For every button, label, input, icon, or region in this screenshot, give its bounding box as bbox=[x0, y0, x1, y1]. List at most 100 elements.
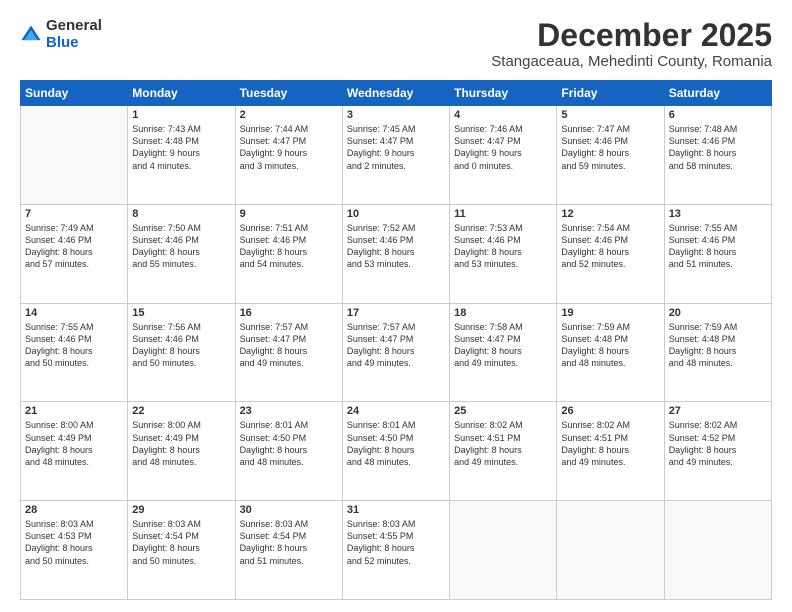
day-number: 17 bbox=[347, 307, 445, 319]
calendar-cell: 30 Sunrise: 8:03 AM Sunset: 4:54 PM Dayli… bbox=[235, 501, 342, 600]
day-number: 14 bbox=[25, 307, 123, 319]
day-number: 22 bbox=[132, 405, 230, 417]
calendar-cell: 21 Sunrise: 8:00 AM Sunset: 4:49 PM Dayli… bbox=[21, 402, 128, 501]
col-header-friday: Friday bbox=[557, 81, 664, 106]
col-header-sunday: Sunday bbox=[21, 81, 128, 106]
calendar-cell: 7Sunrise: 7:49 AM Sunset: 4:46 PM Daylig… bbox=[21, 204, 128, 303]
logo-icon bbox=[20, 24, 42, 46]
cell-info: Sunrise: 7:43 AM Sunset: 4:48 PM Dayligh… bbox=[132, 123, 230, 172]
calendar-cell: 22Sunrise: 8:00 AM Sunset: 4:49 PM Dayli… bbox=[128, 402, 235, 501]
cell-info: Sunrise: 7:59 AM Sunset: 4:48 PM Dayligh… bbox=[669, 321, 767, 370]
cell-info: Sunrise: 7:55 AM Sunset: 4:46 PM Dayligh… bbox=[25, 321, 123, 370]
day-number: 30 bbox=[240, 504, 338, 516]
title-block: December 2025 Stangaceaua, Mehedinti Cou… bbox=[491, 18, 772, 70]
calendar-cell: 11Sunrise: 7:53 AM Sunset: 4:46 PM Dayli… bbox=[450, 204, 557, 303]
cell-info: Sunrise: 8:01 AM Sunset: 4:50 PM Dayligh… bbox=[347, 419, 445, 468]
day-number: 12 bbox=[561, 208, 659, 220]
cell-info: Sunrise: 8:02 AM Sunset: 4:51 PM Dayligh… bbox=[454, 419, 552, 468]
day-number: 26 bbox=[561, 405, 659, 417]
col-header-wednesday: Wednesday bbox=[342, 81, 449, 106]
calendar-cell: 18Sunrise: 7:58 AM Sunset: 4:47 PM Dayli… bbox=[450, 303, 557, 402]
day-number: 1 bbox=[132, 109, 230, 121]
cell-info: Sunrise: 8:03 AM Sunset: 4:55 PM Dayligh… bbox=[347, 518, 445, 567]
cell-info: Sunrise: 8:01 AM Sunset: 4:50 PM Dayligh… bbox=[240, 419, 338, 468]
logo-text: General Blue bbox=[46, 18, 102, 51]
logo-blue-text: Blue bbox=[46, 35, 102, 52]
calendar-cell: 27 Sunrise: 8:02 AM Sunset: 4:52 PM Dayli… bbox=[664, 402, 771, 501]
calendar-table: SundayMondayTuesdayWednesdayThursdayFrid… bbox=[20, 80, 772, 600]
calendar-week-3: 14 Sunrise: 7:55 AM Sunset: 4:46 PM Dayli… bbox=[21, 303, 772, 402]
calendar-cell: 9 Sunrise: 7:51 AM Sunset: 4:46 PM Daylig… bbox=[235, 204, 342, 303]
calendar-cell: 13 Sunrise: 7:55 AM Sunset: 4:46 PM Dayli… bbox=[664, 204, 771, 303]
calendar-cell: 14 Sunrise: 7:55 AM Sunset: 4:46 PM Dayli… bbox=[21, 303, 128, 402]
calendar-cell: 17 Sunrise: 7:57 AM Sunset: 4:47 PM Dayli… bbox=[342, 303, 449, 402]
day-number: 3 bbox=[347, 109, 445, 121]
cell-info: Sunrise: 7:48 AM Sunset: 4:46 PM Dayligh… bbox=[669, 123, 767, 172]
day-number: 4 bbox=[454, 109, 552, 121]
day-number: 20 bbox=[669, 307, 767, 319]
day-number: 19 bbox=[561, 307, 659, 319]
day-number: 5 bbox=[561, 109, 659, 121]
day-number: 27 bbox=[669, 405, 767, 417]
calendar-cell: 15 Sunrise: 7:56 AM Sunset: 4:46 PM Dayli… bbox=[128, 303, 235, 402]
cell-info: Sunrise: 8:00 AM Sunset: 4:49 PM Dayligh… bbox=[25, 419, 123, 468]
calendar-week-5: 28 Sunrise: 8:03 AM Sunset: 4:53 PM Dayli… bbox=[21, 501, 772, 600]
cell-info: Sunrise: 7:56 AM Sunset: 4:46 PM Dayligh… bbox=[132, 321, 230, 370]
calendar-header-row: SundayMondayTuesdayWednesdayThursdayFrid… bbox=[21, 81, 772, 106]
cell-info: Sunrise: 8:03 AM Sunset: 4:54 PM Dayligh… bbox=[132, 518, 230, 567]
calendar-cell: 6 Sunrise: 7:48 AM Sunset: 4:46 PM Daylig… bbox=[664, 106, 771, 205]
cell-info: Sunrise: 7:46 AM Sunset: 4:47 PM Dayligh… bbox=[454, 123, 552, 172]
calendar-cell: 26Sunrise: 8:02 AM Sunset: 4:51 PM Dayli… bbox=[557, 402, 664, 501]
cell-info: Sunrise: 8:02 AM Sunset: 4:52 PM Dayligh… bbox=[669, 419, 767, 468]
cell-info: Sunrise: 7:50 AM Sunset: 4:46 PM Dayligh… bbox=[132, 222, 230, 271]
cell-info: Sunrise: 7:51 AM Sunset: 4:46 PM Dayligh… bbox=[240, 222, 338, 271]
cell-info: Sunrise: 7:47 AM Sunset: 4:46 PM Dayligh… bbox=[561, 123, 659, 172]
cell-info: Sunrise: 7:57 AM Sunset: 4:47 PM Dayligh… bbox=[240, 321, 338, 370]
calendar-cell: 31 Sunrise: 8:03 AM Sunset: 4:55 PM Dayli… bbox=[342, 501, 449, 600]
cell-info: Sunrise: 7:57 AM Sunset: 4:47 PM Dayligh… bbox=[347, 321, 445, 370]
subtitle: Stangaceaua, Mehedinti County, Romania bbox=[491, 53, 772, 70]
day-number: 28 bbox=[25, 504, 123, 516]
calendar-cell: 23 Sunrise: 8:01 AM Sunset: 4:50 PM Dayli… bbox=[235, 402, 342, 501]
calendar-cell: 5 Sunrise: 7:47 AM Sunset: 4:46 PM Daylig… bbox=[557, 106, 664, 205]
cell-info: Sunrise: 7:54 AM Sunset: 4:46 PM Dayligh… bbox=[561, 222, 659, 271]
day-number: 9 bbox=[240, 208, 338, 220]
day-number: 16 bbox=[240, 307, 338, 319]
day-number: 29 bbox=[132, 504, 230, 516]
day-number: 6 bbox=[669, 109, 767, 121]
calendar-week-2: 7Sunrise: 7:49 AM Sunset: 4:46 PM Daylig… bbox=[21, 204, 772, 303]
calendar-cell: 28 Sunrise: 8:03 AM Sunset: 4:53 PM Dayli… bbox=[21, 501, 128, 600]
day-number: 8 bbox=[132, 208, 230, 220]
header: General Blue December 2025 Stangaceaua, … bbox=[20, 18, 772, 70]
calendar-cell: 29 Sunrise: 8:03 AM Sunset: 4:54 PM Dayli… bbox=[128, 501, 235, 600]
calendar-cell bbox=[450, 501, 557, 600]
day-number: 10 bbox=[347, 208, 445, 220]
cell-info: Sunrise: 7:58 AM Sunset: 4:47 PM Dayligh… bbox=[454, 321, 552, 370]
cell-info: Sunrise: 8:03 AM Sunset: 4:54 PM Dayligh… bbox=[240, 518, 338, 567]
calendar-cell: 3 Sunrise: 7:45 AM Sunset: 4:47 PM Daylig… bbox=[342, 106, 449, 205]
calendar-cell bbox=[557, 501, 664, 600]
page: General Blue December 2025 Stangaceaua, … bbox=[0, 0, 792, 612]
cell-info: Sunrise: 8:03 AM Sunset: 4:53 PM Dayligh… bbox=[25, 518, 123, 567]
calendar-cell: 10 Sunrise: 7:52 AM Sunset: 4:46 PM Dayli… bbox=[342, 204, 449, 303]
col-header-monday: Monday bbox=[128, 81, 235, 106]
day-number: 13 bbox=[669, 208, 767, 220]
calendar-cell: 2Sunrise: 7:44 AM Sunset: 4:47 PM Daylig… bbox=[235, 106, 342, 205]
day-number: 23 bbox=[240, 405, 338, 417]
calendar-week-4: 21 Sunrise: 8:00 AM Sunset: 4:49 PM Dayli… bbox=[21, 402, 772, 501]
cell-info: Sunrise: 7:55 AM Sunset: 4:46 PM Dayligh… bbox=[669, 222, 767, 271]
calendar-cell: 8 Sunrise: 7:50 AM Sunset: 4:46 PM Daylig… bbox=[128, 204, 235, 303]
day-number: 21 bbox=[25, 405, 123, 417]
cell-info: Sunrise: 7:45 AM Sunset: 4:47 PM Dayligh… bbox=[347, 123, 445, 172]
calendar-cell: 1 Sunrise: 7:43 AM Sunset: 4:48 PM Daylig… bbox=[128, 106, 235, 205]
logo: General Blue bbox=[20, 18, 102, 51]
cell-info: Sunrise: 7:52 AM Sunset: 4:46 PM Dayligh… bbox=[347, 222, 445, 271]
calendar-cell: 16 Sunrise: 7:57 AM Sunset: 4:47 PM Dayli… bbox=[235, 303, 342, 402]
day-number: 31 bbox=[347, 504, 445, 516]
cell-info: Sunrise: 7:59 AM Sunset: 4:48 PM Dayligh… bbox=[561, 321, 659, 370]
day-number: 7 bbox=[25, 208, 123, 220]
logo-general-text: General bbox=[46, 18, 102, 35]
calendar-cell: 12 Sunrise: 7:54 AM Sunset: 4:46 PM Dayli… bbox=[557, 204, 664, 303]
calendar-cell bbox=[21, 106, 128, 205]
day-number: 15 bbox=[132, 307, 230, 319]
